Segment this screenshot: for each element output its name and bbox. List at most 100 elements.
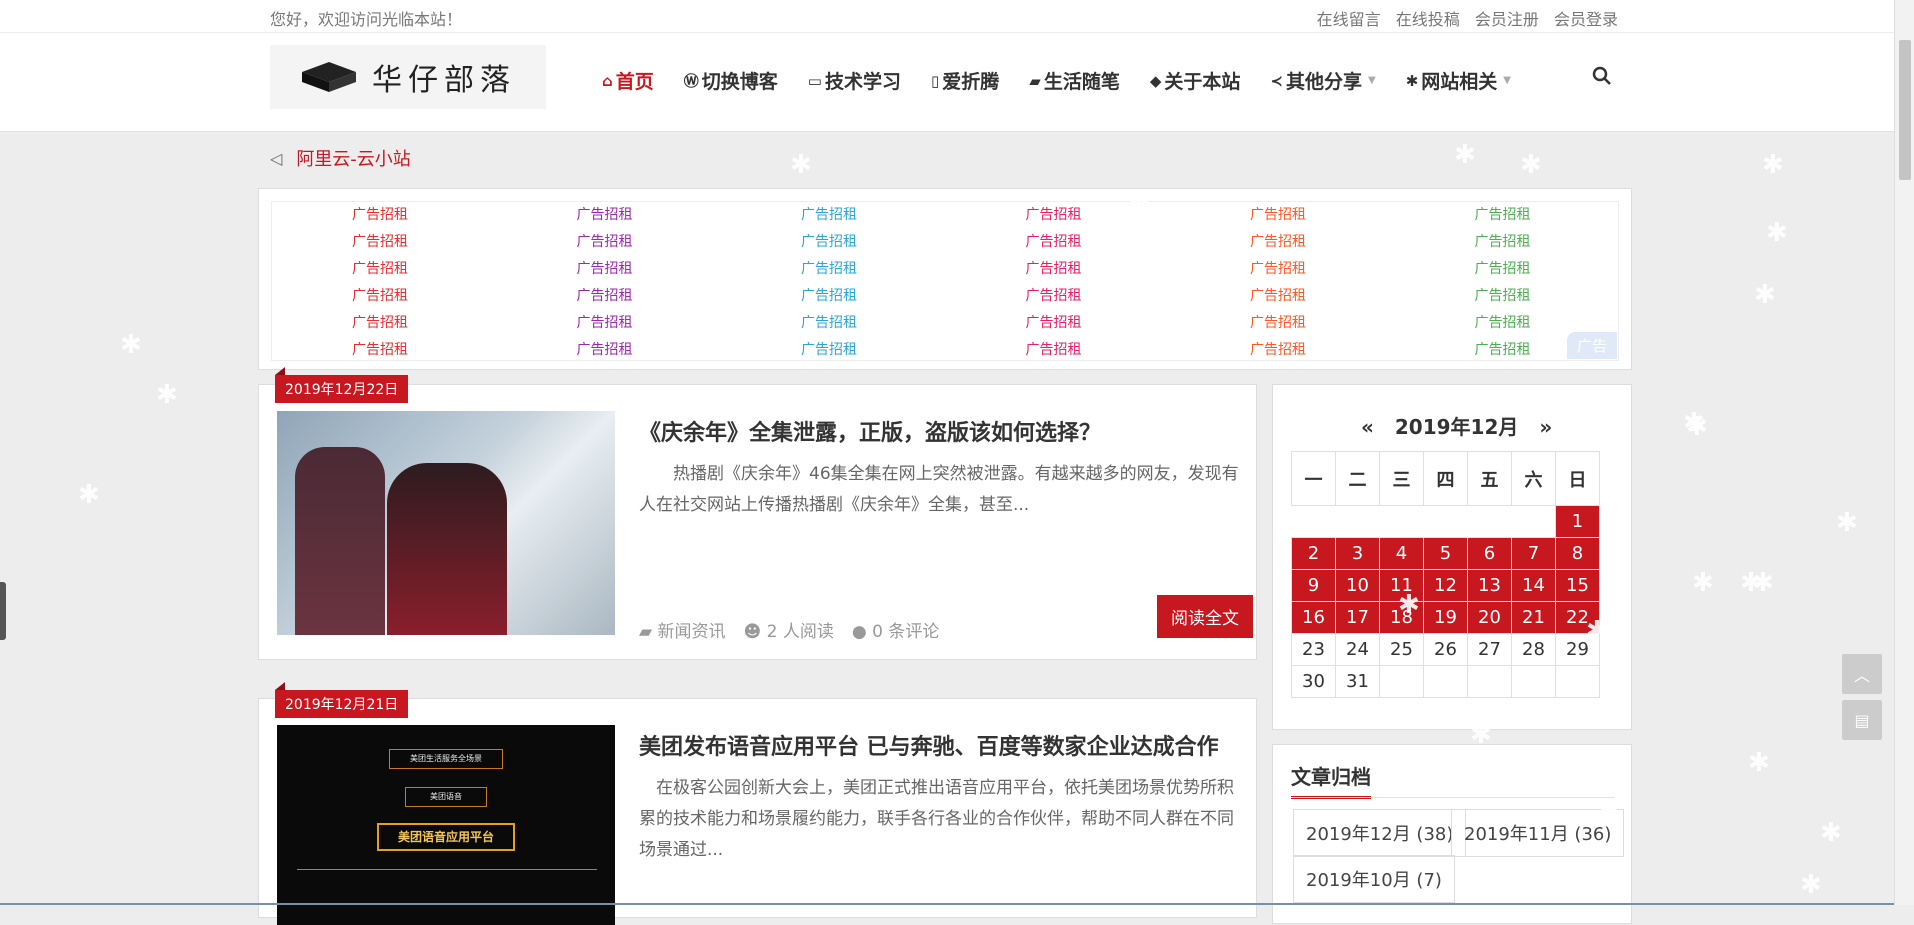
ad-link[interactable]: 广告招租 bbox=[1475, 231, 1531, 251]
calendar-day-link[interactable]: 8 bbox=[1555, 537, 1600, 570]
ad-link[interactable]: 广告招租 bbox=[801, 312, 857, 332]
ad-link[interactable]: 广告招租 bbox=[577, 285, 633, 305]
ad-link[interactable]: 广告招租 bbox=[352, 231, 408, 251]
desktop-icon: ▭ bbox=[807, 71, 822, 90]
calendar-day-link[interactable]: 2 bbox=[1291, 537, 1336, 570]
calendar-day-link[interactable]: 15 bbox=[1555, 569, 1600, 602]
ad-link[interactable]: 广告招租 bbox=[352, 285, 408, 305]
archive-item[interactable]: 2019年12月 (38) bbox=[1293, 809, 1467, 857]
ad-link[interactable]: 广告招租 bbox=[1250, 258, 1306, 278]
post-thumbnail[interactable]: 美团生活服务全场景 美团语音 美团语音应用平台 bbox=[277, 725, 615, 925]
diagram-row bbox=[297, 869, 597, 891]
calendar-day-link[interactable]: 13 bbox=[1467, 569, 1512, 602]
calendar-day-link[interactable]: 6 bbox=[1467, 537, 1512, 570]
scrollbar-thumb[interactable] bbox=[1899, 40, 1911, 180]
scrollbar[interactable] bbox=[1894, 0, 1914, 905]
post-category[interactable]: ▰ 新闻资讯 bbox=[639, 617, 725, 642]
users-icon: ☻ bbox=[743, 622, 762, 642]
site-header: 华仔部落 ⌂ 首页 Ⓦ 切换博客 ▭ 技术学习 ▯ 爱折腾 ▰ 生活随笔 ◆ 关于本站 ≺ 其… bbox=[0, 32, 1914, 132]
post-title[interactable]: 《庆余年》全集泄露，正版，盗版该如何选择？ bbox=[639, 415, 1101, 447]
ad-link[interactable]: 广告招租 bbox=[1250, 312, 1306, 332]
ad-link[interactable]: 广告招租 bbox=[577, 312, 633, 332]
ad-link[interactable]: 广告招租 bbox=[1475, 204, 1531, 224]
ad-link[interactable]: 广告招租 bbox=[801, 231, 857, 251]
ad-link[interactable]: 广告招租 bbox=[801, 258, 857, 278]
ad-link[interactable]: 广告招租 bbox=[352, 312, 408, 332]
nav-about[interactable]: ◆ 关于本站 bbox=[1150, 67, 1241, 94]
archive-item[interactable]: 2019年10月 (7) bbox=[1293, 855, 1455, 903]
side-tab[interactable] bbox=[0, 582, 6, 640]
ad-link[interactable]: 广告招租 bbox=[1250, 204, 1306, 224]
calendar-day-link[interactable]: 16 bbox=[1291, 601, 1336, 634]
calendar-day-link[interactable]: 17 bbox=[1335, 601, 1380, 634]
tablet-icon: ▯ bbox=[931, 71, 940, 90]
read-more-button[interactable]: 阅读全文 bbox=[1157, 595, 1253, 638]
notice-link[interactable]: 阿里云-云小站 bbox=[296, 145, 411, 171]
diagram-box-main: 美团语音应用平台 bbox=[377, 823, 515, 851]
nav-life[interactable]: ▰ 生活随笔 bbox=[1029, 67, 1120, 94]
nav-tech[interactable]: ▭ 技术学习 bbox=[808, 67, 901, 94]
calendar-day-link[interactable]: 21 bbox=[1511, 601, 1556, 634]
calendar-day-link[interactable]: 1 bbox=[1555, 505, 1600, 538]
ad-link[interactable]: 广告招租 bbox=[577, 258, 633, 278]
ad-link[interactable]: 广告招租 bbox=[577, 339, 633, 359]
ad-link[interactable]: 广告招租 bbox=[1026, 312, 1082, 332]
post-title[interactable]: 美团发布语音应用平台 已与奔驰、百度等数家企业达成合作 bbox=[639, 729, 1219, 761]
search-icon[interactable] bbox=[1592, 66, 1612, 86]
ad-link[interactable]: 广告招租 bbox=[801, 285, 857, 305]
link-register[interactable]: 会员注册 bbox=[1475, 10, 1539, 29]
ad-link[interactable]: 广告招租 bbox=[1026, 339, 1082, 359]
ad-link[interactable]: 广告招租 bbox=[352, 204, 408, 224]
nav-switch-blog[interactable]: Ⓦ 切换博客 bbox=[684, 67, 778, 94]
calendar-day-link[interactable]: 3 bbox=[1335, 537, 1380, 570]
calendar-day-link[interactable]: 9 bbox=[1291, 569, 1336, 602]
snowflake-icon: ✱ bbox=[1350, 330, 1372, 360]
ad-link[interactable]: 广告招租 bbox=[1250, 339, 1306, 359]
category-label: 新闻资讯 bbox=[657, 622, 726, 642]
link-login[interactable]: 会员登录 bbox=[1554, 10, 1618, 29]
comment-button[interactable]: ▤ bbox=[1842, 700, 1882, 740]
ad-link[interactable]: 广告招租 bbox=[1250, 231, 1306, 251]
calendar-empty bbox=[1511, 665, 1556, 698]
calendar-day-link[interactable]: 19 bbox=[1423, 601, 1468, 634]
ad-link[interactable]: 广告招租 bbox=[1475, 258, 1531, 278]
post-comments[interactable]: ● 0 条评论 bbox=[852, 617, 939, 642]
ad-link[interactable]: 广告招租 bbox=[577, 204, 633, 224]
ad-link[interactable]: 广告招租 bbox=[1475, 339, 1531, 359]
nav-site[interactable]: ✱ 网站相关 ▼ bbox=[1406, 67, 1511, 94]
calendar-day-link[interactable]: 20 bbox=[1467, 601, 1512, 634]
top-links: 在线留言 在线投稿 会员注册 会员登录 bbox=[1307, 6, 1618, 30]
home-icon: ⌂ bbox=[602, 71, 613, 90]
ad-link[interactable]: 广告招租 bbox=[1026, 285, 1082, 305]
ad-link[interactable]: 广告招租 bbox=[352, 339, 408, 359]
calendar-day-link[interactable]: 7 bbox=[1511, 537, 1556, 570]
ad-link[interactable]: 广告招租 bbox=[577, 231, 633, 251]
ad-link[interactable]: 广告招租 bbox=[1026, 204, 1082, 224]
calendar-day-link[interactable]: 5 bbox=[1423, 537, 1468, 570]
prev-month-button[interactable]: « bbox=[1361, 415, 1374, 439]
link-message[interactable]: 在线留言 bbox=[1317, 10, 1381, 29]
ad-link[interactable]: 广告招租 bbox=[1026, 231, 1082, 251]
next-month-button[interactable]: » bbox=[1539, 415, 1552, 439]
link-submit[interactable]: 在线投稿 bbox=[1396, 10, 1460, 29]
ad-link[interactable]: 广告招租 bbox=[1475, 285, 1531, 305]
ad-link[interactable]: 广告招租 bbox=[352, 258, 408, 278]
ad-link[interactable]: 广告招租 bbox=[1026, 258, 1082, 278]
calendar-day-link[interactable]: 10 bbox=[1335, 569, 1380, 602]
nav-share[interactable]: ≺ 其他分享 ▼ bbox=[1270, 67, 1375, 94]
post-thumbnail[interactable] bbox=[277, 411, 615, 635]
calendar-day: 30 bbox=[1291, 665, 1336, 698]
ad-link[interactable]: 广告招租 bbox=[1250, 285, 1306, 305]
calendar-day-link[interactable]: 4 bbox=[1379, 537, 1424, 570]
site-logo[interactable]: 华仔部落 bbox=[270, 45, 546, 109]
calendar-day-link[interactable]: 12 bbox=[1423, 569, 1468, 602]
ad-link[interactable]: 广告招租 bbox=[801, 204, 857, 224]
ad-link[interactable]: 广告招租 bbox=[1475, 312, 1531, 332]
weekday-label: 五 bbox=[1467, 451, 1512, 506]
calendar-empty bbox=[1424, 506, 1468, 538]
nav-home[interactable]: ⌂ 首页 bbox=[602, 67, 654, 94]
nav-tinker[interactable]: ▯ 爱折腾 bbox=[931, 67, 999, 94]
ad-link[interactable]: 广告招租 bbox=[801, 339, 857, 359]
back-to-top-button[interactable]: ︿ bbox=[1842, 654, 1882, 694]
calendar-day-link[interactable]: 14 bbox=[1511, 569, 1556, 602]
